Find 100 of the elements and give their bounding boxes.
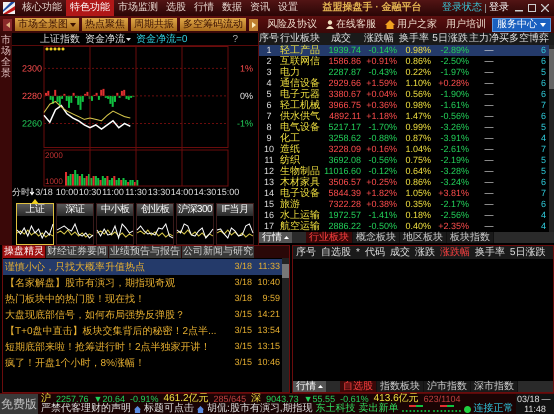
bottom-tab[interactable]: 自选股 (340, 381, 377, 392)
bottom-tab[interactable]: 板块指数 (447, 232, 494, 243)
table-row[interactable]: 14 电子设备 5844.39 +1.82% 1.05% +3.81% — 7 (259, 188, 549, 199)
bottom-tab[interactable]: 指数板块 (377, 381, 424, 392)
table-cell-text: — (484, 210, 494, 221)
column-header[interactable]: 涨跌 (414, 246, 435, 259)
column-header[interactable]: 涨跌幅 (361, 33, 397, 45)
bottom-tab[interactable]: 沪市指数 (424, 381, 471, 392)
bottom-tab[interactable]: 行业板块 (306, 232, 353, 243)
scroll-right-button[interactable] (249, 18, 258, 30)
login-status-link[interactable]: 登录状态 (442, 0, 482, 16)
help-link[interactable]: ? (232, 32, 238, 46)
table-cell-text: — (484, 67, 494, 78)
column-header[interactable]: 自选股 (321, 246, 351, 259)
turnover-amount: 461.2亿元 (164, 394, 209, 404)
bottom-tab[interactable]: 概念板块 (353, 232, 400, 243)
menu-tab[interactable]: 选股 (162, 0, 190, 16)
scrollbar[interactable] (549, 45, 554, 232)
table-cell-text: 4892.11 (328, 111, 361, 122)
index-thumbnail[interactable]: 沪深300 (176, 203, 214, 245)
thumbnail-label: 中小板 (97, 204, 133, 216)
column-header[interactable]: 行业板块 (279, 33, 321, 45)
table-row[interactable]: 6 轻工机械 3966.75 +0.36% 0.98% -1.61% — 7 (259, 100, 549, 111)
disclaimer-link[interactable]: 严禁代客理财的声明 (41, 404, 131, 414)
table-row[interactable]: 17 航空运输 2886.22 -0.50% 0.40% +2.35% — 4 (259, 221, 549, 232)
index-thumbnail[interactable]: 创业板 (136, 203, 174, 245)
market-menu-button[interactable]: 行情 (293, 381, 326, 392)
toolbar-button[interactable]: 多空筹码流动 (180, 18, 246, 31)
news-item[interactable]: 谨慎小心，只找大概率升值热点 3/18 11:33 (3, 259, 282, 275)
news-tab[interactable]: 公司新闻与研究 (182, 246, 254, 258)
column-header[interactable]: * (356, 246, 360, 259)
toolbar-link[interactable]: 用户培训 (446, 17, 486, 32)
table-cell-text: 7322.28 (327, 199, 361, 210)
table-cell-text: 9 (265, 133, 272, 144)
index-thumbnail[interactable]: IF当月 (216, 203, 254, 245)
toolbar-link[interactable]: 风险及协议 (267, 17, 317, 32)
news-tab[interactable]: 操盘精灵 (3, 246, 45, 258)
column-header[interactable]: 主力净买 (469, 33, 509, 45)
table-row[interactable]: 4 通信设备 2929.66 +1.59% 1.10% +0.28% — 6 (259, 78, 549, 89)
bottom-tab[interactable]: 地区板块 (400, 232, 447, 243)
column-header[interactable]: 换手率 (474, 246, 505, 259)
table-row[interactable]: 5 电子元器 3380.67 +0.04% 0.56% -1.90% — 6 (259, 89, 549, 100)
column-header[interactable]: 多空博弈 (509, 33, 549, 45)
menu-tab[interactable]: 市场监测 (114, 0, 162, 16)
bottom-tab[interactable]: 深市指数 (471, 381, 518, 392)
column-header[interactable]: 序号 (296, 246, 316, 259)
menu-tab[interactable]: 核心功能 (18, 0, 66, 16)
index-value: 9043.73 (266, 394, 299, 404)
menu-tab[interactable]: 特色功能 (66, 0, 114, 16)
menu-tab[interactable]: 数据 (218, 0, 246, 16)
sparkline-drawing (137, 224, 173, 238)
news-tab[interactable]: 业绩预告与报告 (109, 246, 181, 258)
column-header[interactable]: 5日涨跌 (510, 246, 546, 259)
news-tab[interactable]: 财经证券要闻 (46, 246, 108, 258)
table-row[interactable]: 8 电气设备 5217.17 -1.70% 0.99% -3.26% — 5 (259, 122, 549, 133)
toolbar-button[interactable]: 热点聚焦 (82, 18, 128, 31)
market-menu-button[interactable]: 行情 (259, 232, 292, 243)
index-thumbnail[interactable]: 深证 (56, 203, 94, 245)
table-row[interactable]: 12 生物制品 11016.60 -0.12% 0.64% -3.28% — 5 (259, 166, 549, 177)
column-header[interactable]: 代码 (364, 246, 385, 259)
table-row[interactable]: 7 供水供气 4892.11 +1.18% 1.47% -0.56% — 6 (259, 111, 549, 122)
table-row[interactable]: 1 轻工产品 1939.74 -0.14% 0.98% -2.89% — 6 (259, 45, 549, 56)
menu-tab[interactable]: 资讯 (246, 0, 274, 16)
news-item[interactable]: 热门板块中的热门股！现在找！ 3/18 9:59 (3, 291, 282, 307)
column-header[interactable]: 成交 (321, 33, 361, 45)
maximize-icon[interactable] (528, 4, 536, 12)
news-item[interactable]: 【T+0盘中直击】板块交集背后的秘密！2点半... 3/15 13:54 (3, 323, 282, 339)
table-row[interactable]: 15 旅游 7322.28 +0.38% 0.35% -2.17% — 6 (259, 199, 549, 210)
toolbar-button[interactable]: 周期共振 (131, 18, 177, 31)
ticker-headline[interactable]: 胡侃:股市有演习,期指现 (207, 404, 313, 414)
menu-tab[interactable]: 行情 (190, 0, 218, 16)
index-thumbnail[interactable]: 中小板 (96, 203, 134, 245)
news-date: 3/18 (234, 276, 252, 290)
toolbar-button[interactable]: 市场全景图 (15, 18, 79, 31)
column-header[interactable]: 换手率 (397, 33, 431, 45)
column-header[interactable]: 5日涨跌 (431, 33, 469, 45)
menu-tab[interactable]: 设置 (274, 0, 302, 16)
table-row[interactable]: 3 电力 2287.87 -0.43% 0.22% -1.97% — 5 (259, 67, 549, 78)
toolbar-link[interactable]: 用户之家 (385, 17, 437, 32)
table-row[interactable]: 11 纺织 3692.08 -0.56% 0.75% -2.19% — 5 (259, 155, 549, 166)
table-row[interactable]: 10 造纸 3228.09 +0.16% 1.04% -2.61% — 7 (259, 144, 549, 155)
side-tab[interactable]: 市场全景 (1, 35, 11, 79)
scroll-left-button[interactable] (3, 18, 12, 30)
news-item[interactable]: 短期底部来啦！抢筹进行时！2点半独家开讲！ 3/15 13:15 (3, 339, 282, 355)
table-row[interactable]: 9 化工 3258.62 -0.88% 0.87% -3.91% — 4 (259, 133, 549, 144)
column-header[interactable]: 序号 (259, 33, 279, 45)
service-center-button[interactable]: 服务中心 (492, 18, 551, 32)
table-row[interactable]: 16 水上运输 1972.57 -1.41% 0.18% -2.56% — 4 (259, 210, 549, 221)
table-row[interactable]: 13 木材家具 3506.57 +0.25% 0.86% -3.24% — 6 (259, 177, 549, 188)
scrollbar[interactable] (282, 258, 289, 392)
login-link[interactable]: 登录 (489, 0, 509, 16)
table-row[interactable]: 2 互联网信 1586.86 +0.91% 0.86% -2.50% — 6 (259, 56, 549, 67)
news-item[interactable]: 【名家解盘】股市有演习，期指现奇观 3/18 10:40 (3, 275, 282, 291)
close-icon[interactable] (541, 4, 549, 12)
news-item[interactable]: 疯了！开盘1个小时，8%涨幅！ 3/15 10:46 (3, 355, 282, 371)
toolbar-link[interactable]: 在线客服 (326, 17, 376, 32)
column-header[interactable]: 涨跌幅 (440, 246, 470, 259)
indicator-dropdown[interactable]: 资金净流 (85, 32, 131, 46)
news-item[interactable]: 大盘现底部信号，如何布局强势反弹股？ 3/15 14:21 (3, 307, 282, 323)
column-header[interactable]: 成交 (390, 246, 410, 259)
